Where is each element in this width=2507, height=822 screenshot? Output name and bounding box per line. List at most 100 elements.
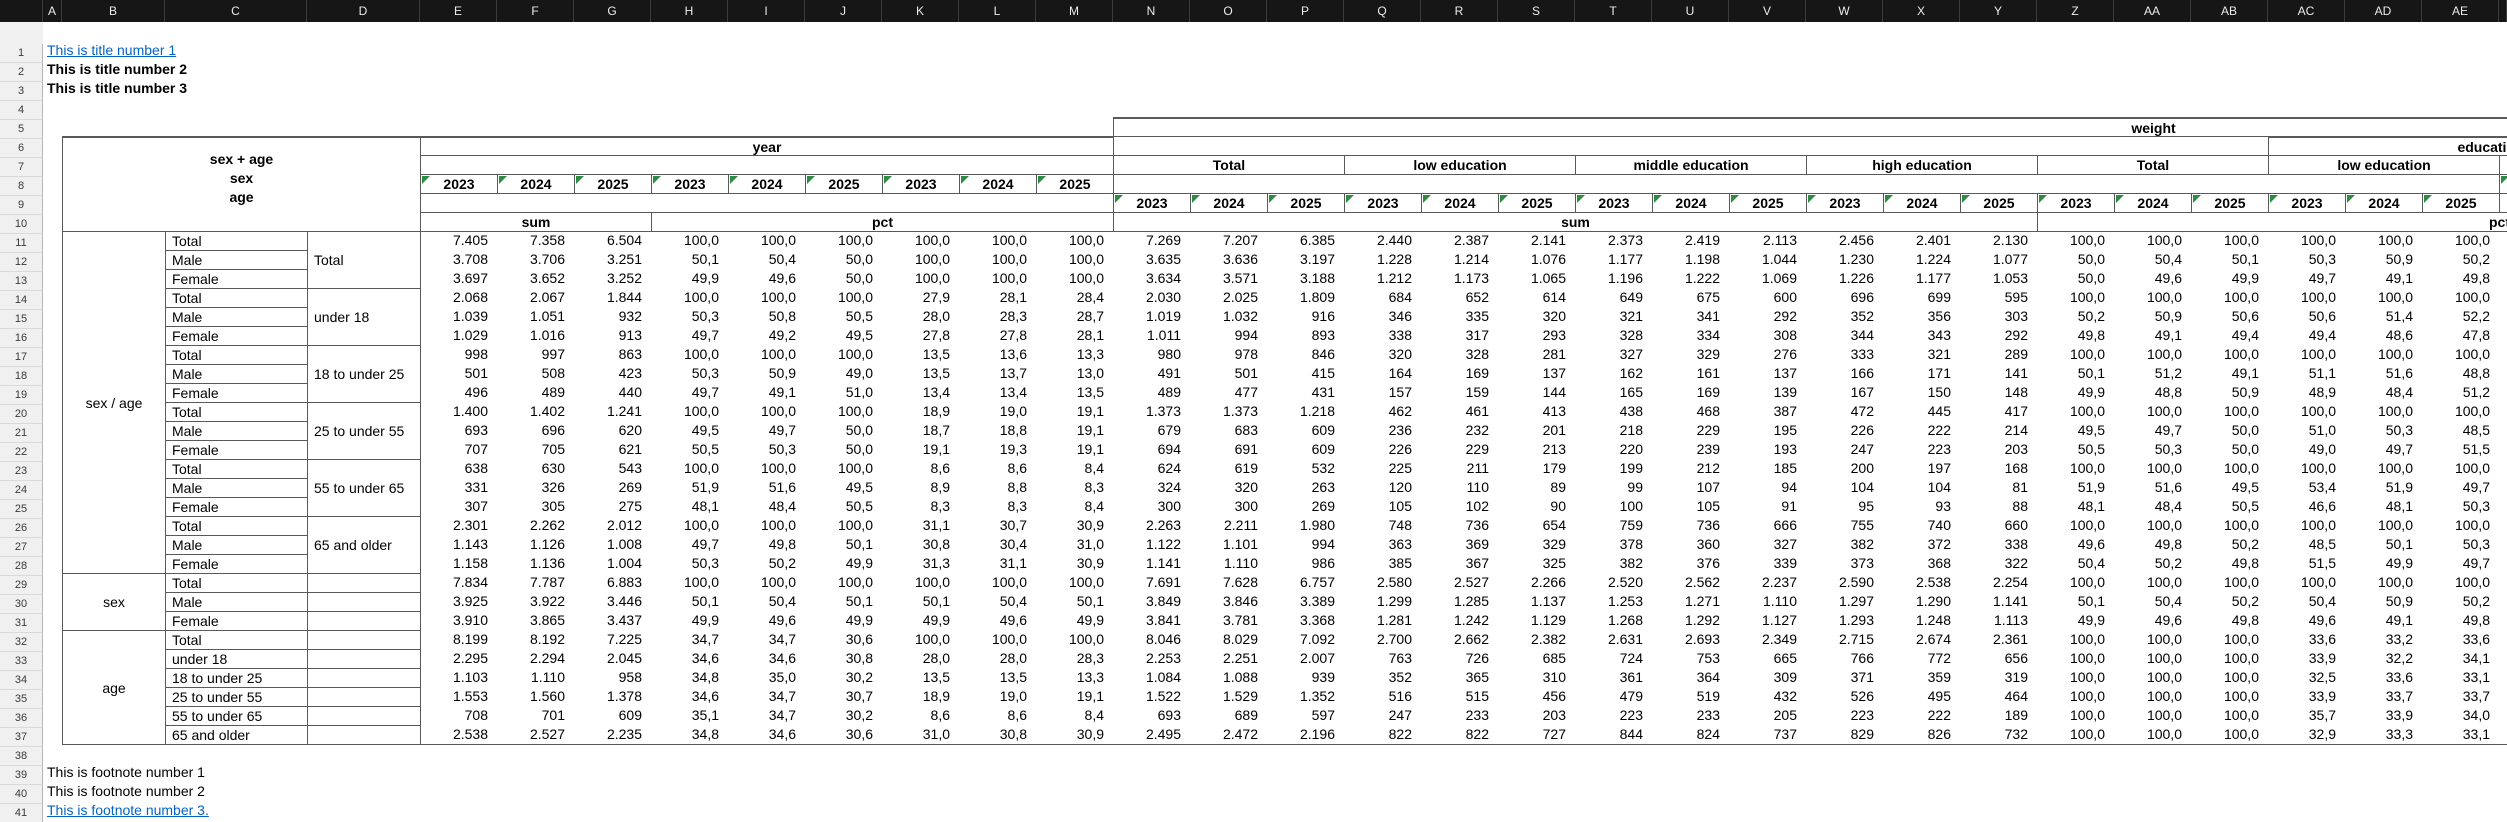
column-header-L[interactable]: L bbox=[959, 0, 1036, 22]
data-cell[interactable]: 489 bbox=[1113, 383, 1190, 402]
data-cell[interactable]: 826 bbox=[1883, 725, 1960, 744]
data-cell[interactable]: 13,6 bbox=[959, 345, 1036, 364]
column-header-B[interactable]: B bbox=[62, 0, 165, 22]
data-cell[interactable]: 1.224 bbox=[1883, 250, 1960, 269]
data-cell[interactable]: 8,6 bbox=[959, 706, 1036, 725]
row-header-41[interactable]: 41 bbox=[0, 804, 43, 822]
data-cell[interactable]: 50,9 bbox=[2345, 592, 2422, 611]
data-cell[interactable]: 50,1 bbox=[2037, 364, 2114, 383]
data-cell[interactable]: 100,0 bbox=[728, 231, 805, 250]
row-label-cell[interactable]: Total bbox=[165, 459, 308, 479]
data-cell[interactable]: 49,7 bbox=[2268, 269, 2345, 288]
data-cell[interactable]: 50,4 bbox=[959, 592, 1036, 611]
data-cell[interactable]: 1.293 bbox=[1806, 611, 1883, 630]
data-cell[interactable]: 413 bbox=[1498, 402, 1575, 421]
data-cell[interactable]: 6.504 bbox=[574, 231, 651, 250]
data-cell[interactable]: 30,2 bbox=[805, 706, 882, 725]
column-header-S[interactable]: S bbox=[1498, 0, 1575, 22]
data-cell[interactable]: 727 bbox=[1498, 725, 1575, 744]
row-header-27[interactable]: 27 bbox=[0, 538, 43, 557]
data-cell[interactable]: 157 bbox=[1344, 383, 1421, 402]
data-cell[interactable]: 829 bbox=[1806, 725, 1883, 744]
data-cell[interactable]: 2.294 bbox=[497, 649, 574, 668]
data-cell[interactable]: 2.562 bbox=[1652, 573, 1729, 592]
row-header-14[interactable]: 14 bbox=[0, 291, 43, 310]
data-cell[interactable]: 50,2 bbox=[2191, 592, 2268, 611]
data-cell[interactable]: 100,0 bbox=[651, 345, 728, 364]
data-cell[interactable]: 649 bbox=[1575, 288, 1652, 307]
title-3-cell[interactable]: This is title number 3 bbox=[47, 79, 187, 98]
data-cell[interactable]: 2.030 bbox=[1113, 288, 1190, 307]
data-cell[interactable]: 50,1 bbox=[651, 592, 728, 611]
data-cell[interactable]: 28,1 bbox=[959, 288, 1036, 307]
data-cell[interactable]: 456 bbox=[1498, 687, 1575, 706]
data-cell[interactable]: 310 bbox=[1498, 668, 1575, 687]
data-cell[interactable]: 30,9 bbox=[1036, 725, 1113, 744]
data-cell[interactable]: 31,0 bbox=[1036, 535, 1113, 554]
data-cell[interactable]: 1.402 bbox=[497, 402, 574, 421]
data-cell[interactable]: 34,1 bbox=[2422, 649, 2499, 668]
data-cell[interactable]: 325 bbox=[1498, 554, 1575, 573]
data-cell[interactable]: 696 bbox=[1806, 288, 1883, 307]
footnote-2-cell[interactable]: This is footnote number 2 bbox=[47, 782, 205, 801]
data-cell[interactable]: 2.130 bbox=[1960, 231, 2037, 250]
data-cell[interactable]: 48,1 bbox=[651, 497, 728, 516]
data-cell[interactable]: 49,9 bbox=[2345, 554, 2422, 573]
data-cell[interactable]: 3.197 bbox=[1267, 250, 1344, 269]
data-cell[interactable]: 49,4 bbox=[2268, 326, 2345, 345]
data-cell[interactable]: 100,0 bbox=[2345, 459, 2422, 478]
data-cell[interactable]: 1.198 bbox=[1652, 250, 1729, 269]
data-cell[interactable]: 50,4 bbox=[2114, 592, 2191, 611]
row-label-cell[interactable]: Total bbox=[165, 231, 308, 251]
data-cell[interactable]: 50,2 bbox=[2422, 592, 2499, 611]
data-cell[interactable]: 50,3 bbox=[651, 364, 728, 383]
data-cell[interactable]: 654 bbox=[1498, 516, 1575, 535]
data-cell[interactable]: 432 bbox=[1729, 687, 1806, 706]
data-cell[interactable]: 49,8 bbox=[2422, 611, 2499, 630]
data-cell[interactable]: 100,0 bbox=[2037, 459, 2114, 478]
data-cell[interactable]: 846 bbox=[1267, 345, 1344, 364]
year-header-cell[interactable]: 2024 bbox=[1652, 193, 1730, 213]
data-cell[interactable]: 100,0 bbox=[728, 459, 805, 478]
data-cell[interactable]: 100,0 bbox=[2191, 687, 2268, 706]
data-cell[interactable]: 329 bbox=[1498, 535, 1575, 554]
data-cell[interactable]: 49,9 bbox=[882, 611, 959, 630]
year-header-cell[interactable]: 2025 bbox=[1498, 193, 1576, 213]
data-cell[interactable]: 519 bbox=[1652, 687, 1729, 706]
data-cell[interactable]: 100,0 bbox=[2422, 573, 2499, 592]
data-cell[interactable]: 2.419 bbox=[1652, 231, 1729, 250]
data-cell[interactable]: 13,3 bbox=[1036, 668, 1113, 687]
data-cell[interactable]: 50,9 bbox=[728, 364, 805, 383]
data-cell[interactable]: 201 bbox=[1498, 421, 1575, 440]
row-header-40[interactable]: 40 bbox=[0, 785, 43, 804]
data-cell[interactable]: 51,0 bbox=[2268, 421, 2345, 440]
year-header-cell[interactable]: 2024 bbox=[1883, 193, 1961, 213]
data-cell[interactable]: 382 bbox=[1575, 554, 1652, 573]
row-header-25[interactable]: 25 bbox=[0, 500, 43, 519]
data-cell[interactable]: 7.225 bbox=[574, 630, 651, 649]
data-cell[interactable]: 344 bbox=[1806, 326, 1883, 345]
data-cell[interactable]: 49,8 bbox=[2422, 269, 2499, 288]
data-cell[interactable]: 998 bbox=[420, 345, 497, 364]
data-cell[interactable]: 32,9 bbox=[2268, 725, 2345, 744]
data-cell[interactable]: 226 bbox=[1806, 421, 1883, 440]
data-cell[interactable]: 34,8 bbox=[651, 725, 728, 744]
data-cell[interactable]: 100,0 bbox=[2422, 231, 2499, 250]
data-cell[interactable]: 89 bbox=[1498, 478, 1575, 497]
data-cell[interactable]: 48,4 bbox=[2114, 497, 2191, 516]
data-cell[interactable]: 50,5 bbox=[2191, 497, 2268, 516]
data-cell[interactable]: 50,3 bbox=[2422, 497, 2499, 516]
data-cell[interactable]: 1.222 bbox=[1652, 269, 1729, 288]
data-cell[interactable]: 508 bbox=[497, 364, 574, 383]
data-cell[interactable]: 49,7 bbox=[651, 326, 728, 345]
column-header-P[interactable]: P bbox=[1267, 0, 1344, 22]
row-header-29[interactable]: 29 bbox=[0, 576, 43, 595]
data-cell[interactable]: 1.212 bbox=[1344, 269, 1421, 288]
data-cell[interactable]: 326 bbox=[497, 478, 574, 497]
data-cell[interactable]: 6.883 bbox=[574, 573, 651, 592]
data-cell[interactable]: 1.008 bbox=[574, 535, 651, 554]
data-cell[interactable]: 3.635 bbox=[1113, 250, 1190, 269]
data-cell[interactable]: 49,1 bbox=[2191, 364, 2268, 383]
stub-header-cell[interactable]: sex + age sex age bbox=[62, 136, 421, 232]
data-cell[interactable]: 3.368 bbox=[1267, 611, 1344, 630]
